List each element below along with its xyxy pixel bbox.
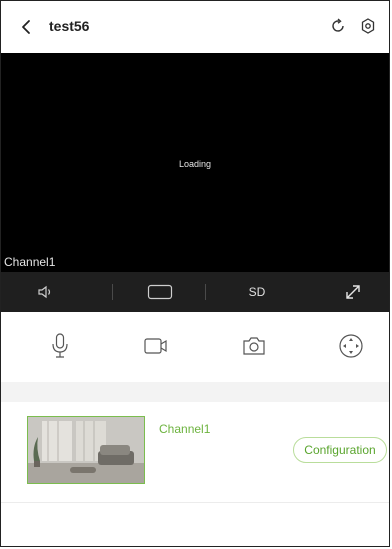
screen-ratio-icon	[147, 284, 173, 300]
settings-icon[interactable]	[358, 16, 378, 36]
loading-text: Loading	[178, 159, 212, 169]
app-frame: test56 Loading Channel1 SD Channel1 Conf…	[0, 0, 390, 547]
bottom-divider	[1, 502, 389, 503]
action-row	[1, 312, 389, 382]
top-bar: test56	[1, 1, 389, 53]
fullscreen-icon	[346, 285, 360, 299]
sd-label: SD	[248, 285, 266, 299]
microphone-icon	[52, 333, 68, 358]
divider	[205, 284, 206, 300]
ptz-icon	[339, 334, 363, 358]
channel-name: Channel1	[159, 422, 211, 436]
video-player[interactable]: Loading Channel1	[1, 53, 389, 272]
channel-card[interactable]: Channel1 Configuration	[1, 402, 389, 502]
back-arrow-icon[interactable]	[17, 17, 37, 37]
video-channel-label: Channel1	[4, 255, 56, 269]
camera-icon	[243, 337, 265, 355]
channel-thumbnail[interactable]	[27, 416, 145, 484]
snapshot-button[interactable]	[238, 330, 270, 362]
room-thumbnail-image	[28, 417, 144, 483]
configuration-button[interactable]: Configuration	[293, 437, 387, 463]
page-title: test56	[49, 18, 90, 34]
section-divider	[1, 382, 389, 402]
screen-ratio-button[interactable]	[135, 272, 185, 312]
ptz-button[interactable]	[335, 330, 367, 362]
record-button[interactable]	[140, 330, 172, 362]
talk-button[interactable]	[44, 330, 76, 362]
speaker-icon	[38, 285, 51, 299]
fullscreen-button[interactable]	[335, 272, 371, 312]
divider	[112, 284, 113, 300]
record-icon	[144, 338, 167, 354]
video-control-bar: SD	[1, 272, 389, 312]
sd-button[interactable]: SD	[237, 272, 277, 312]
refresh-icon[interactable]	[328, 16, 348, 36]
speaker-button[interactable]	[23, 272, 67, 312]
